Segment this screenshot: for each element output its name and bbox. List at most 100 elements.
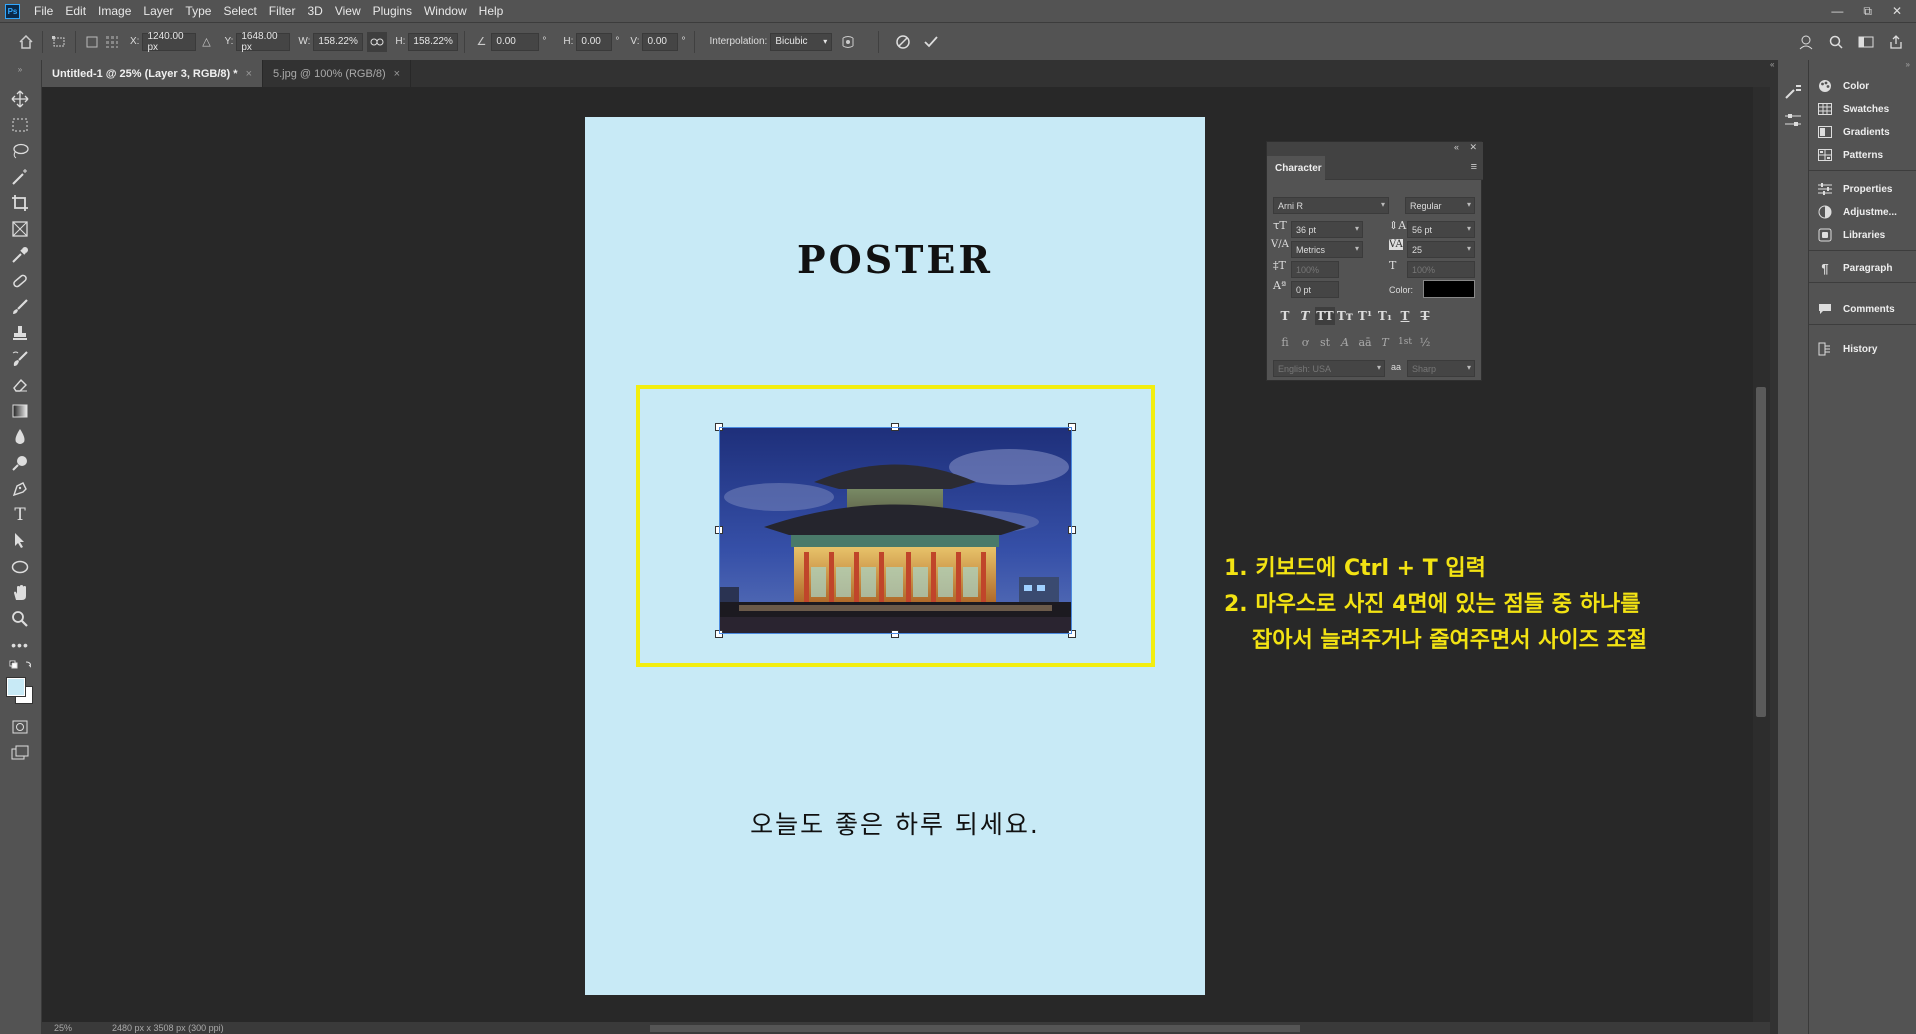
tab-untitled-1[interactable]: Untitled-1 @ 25% (Layer 3, RGB/8) * × (42, 60, 263, 87)
adjust-settings-icon[interactable] (1784, 112, 1802, 133)
width-field[interactable]: 158.22% (313, 32, 364, 51)
reference-point-grid-icon[interactable] (102, 32, 122, 52)
x-position-field[interactable]: 1240.00 px (142, 31, 197, 53)
reference-point-checkbox[interactable] (82, 32, 102, 52)
text-color-swatch[interactable] (1423, 280, 1475, 298)
share-icon[interactable] (1886, 32, 1906, 52)
learn-icon[interactable] (1796, 32, 1816, 52)
menu-view[interactable]: View (329, 0, 367, 22)
collapse-toolbar-icon[interactable]: » (9, 64, 31, 74)
strikethrough-button[interactable]: T (1415, 307, 1435, 325)
menu-3d[interactable]: 3D (301, 0, 328, 22)
vertical-scale-field[interactable]: 100% (1291, 261, 1339, 278)
stylistic-alternates-button[interactable]: aā (1355, 334, 1375, 350)
vertical-scroll-thumb[interactable] (1756, 387, 1766, 717)
vertical-skew-field[interactable]: 0.00 (642, 32, 679, 51)
fractions-button[interactable]: ½ (1415, 334, 1435, 350)
magic-wand-tool-icon[interactable] (9, 166, 31, 188)
tab-5-jpg[interactable]: 5.jpg @ 100% (RGB/8) × (263, 60, 412, 87)
menu-type[interactable]: Type (179, 0, 217, 22)
default-colors-icon[interactable] (9, 660, 31, 672)
more-tools-icon[interactable]: ••• (9, 634, 31, 656)
type-tool-icon[interactable]: T (9, 504, 31, 526)
zoom-level[interactable]: 25% (54, 1023, 72, 1033)
font-family-select[interactable]: Arni R ▾ (1273, 197, 1389, 214)
collapse-dock-icon[interactable]: « (1770, 60, 1774, 69)
document-info[interactable]: 2480 px x 3508 px (300 ppi) (112, 1023, 224, 1033)
discretionary-ligatures-button[interactable]: st (1315, 334, 1335, 350)
close-panel-icon[interactable]: ✕ (1469, 142, 1477, 153)
menu-filter[interactable]: Filter (263, 0, 302, 22)
collapse-panel-icon[interactable]: « (1454, 142, 1459, 152)
healing-brush-tool-icon[interactable] (9, 270, 31, 292)
tab-character[interactable]: Character (1267, 156, 1325, 180)
menu-layer[interactable]: Layer (137, 0, 179, 22)
restore-button[interactable]: ⧉ (1863, 4, 1872, 19)
font-style-select[interactable]: Regular ▾ (1405, 197, 1475, 214)
superscript-button[interactable]: T¹ (1355, 307, 1375, 325)
dock-item-patterns[interactable]: Patterns (1817, 144, 1912, 166)
expand-dock-icon[interactable]: » (1906, 60, 1910, 69)
language-select[interactable]: English: USA ▾ (1273, 360, 1385, 377)
horizontal-scale-field[interactable]: 100% (1407, 261, 1475, 278)
lasso-tool-icon[interactable] (9, 140, 31, 162)
dock-item-swatches[interactable]: Swatches (1817, 98, 1912, 120)
foreground-color-swatch[interactable] (6, 677, 26, 697)
menu-image[interactable]: Image (92, 0, 137, 22)
history-brush-tool-icon[interactable] (9, 348, 31, 370)
dock-item-history[interactable]: History (1817, 338, 1912, 360)
brush-settings-icon[interactable] (1784, 84, 1802, 105)
tracking-field[interactable]: 25 ▾ (1407, 241, 1475, 258)
dock-item-adjustments[interactable]: Adjustme... (1817, 201, 1912, 223)
old-style-button[interactable]: ơ (1295, 334, 1315, 350)
quick-mask-icon[interactable] (9, 716, 31, 738)
height-field[interactable]: 158.22% (408, 32, 459, 51)
home-icon[interactable] (16, 32, 36, 52)
frame-tool-icon[interactable] (9, 218, 31, 240)
faux-bold-button[interactable]: T (1275, 307, 1295, 325)
ellipse-tool-icon[interactable] (9, 556, 31, 578)
horizontal-scroll-thumb[interactable] (650, 1025, 1300, 1032)
leading-field[interactable]: 56 pt ▾ (1407, 221, 1475, 238)
ordinals-button[interactable]: 1st (1395, 334, 1415, 350)
panel-menu-icon[interactable]: ≡ (1471, 161, 1477, 173)
commit-check-icon[interactable] (921, 32, 941, 52)
baseline-shift-field[interactable]: 0 pt (1291, 281, 1339, 298)
path-selection-tool-icon[interactable] (9, 530, 31, 552)
color-swatches[interactable] (5, 676, 35, 706)
zoom-tool-icon[interactable] (9, 608, 31, 630)
kerning-select[interactable]: Metrics ▾ (1291, 241, 1363, 258)
small-caps-button[interactable]: Tт (1335, 307, 1355, 325)
eraser-tool-icon[interactable] (9, 374, 31, 396)
minimize-button[interactable]: — (1831, 4, 1843, 19)
menu-select[interactable]: Select (217, 0, 262, 22)
dock-item-gradients[interactable]: Gradients (1817, 121, 1912, 143)
close-window-button[interactable]: ✕ (1892, 4, 1902, 19)
blur-tool-icon[interactable] (9, 426, 31, 448)
warp-mode-icon[interactable] (838, 32, 858, 52)
subscript-button[interactable]: T₁ (1375, 307, 1395, 325)
brush-tool-icon[interactable] (9, 296, 31, 318)
transform-tool-icon[interactable] (49, 32, 69, 52)
cancel-icon[interactable] (893, 32, 913, 52)
horizontal-skew-field[interactable]: 0.00 (576, 32, 613, 51)
menu-edit[interactable]: Edit (59, 0, 92, 22)
dock-item-paragraph[interactable]: ¶ Paragraph (1817, 257, 1912, 279)
swash-button[interactable]: A (1335, 334, 1355, 350)
eyedropper-tool-icon[interactable] (9, 244, 31, 266)
titling-alternates-button[interactable]: T (1375, 334, 1395, 350)
menu-window[interactable]: Window (418, 0, 473, 22)
menu-file[interactable]: File (28, 0, 59, 22)
gradient-tool-icon[interactable] (9, 400, 31, 422)
pen-tool-icon[interactable] (9, 478, 31, 500)
marquee-tool-icon[interactable] (9, 114, 31, 136)
crop-tool-icon[interactable] (9, 192, 31, 214)
faux-italic-button[interactable]: T (1295, 307, 1315, 325)
vertical-scrollbar[interactable] (1753, 87, 1770, 1022)
interpolation-select[interactable]: Bicubic ▾ (770, 32, 833, 51)
dock-item-libraries[interactable]: Libraries (1817, 224, 1912, 246)
hand-tool-icon[interactable] (9, 582, 31, 604)
poster-canvas[interactable]: POSTER 오늘도 좋은 하루 되세요. (585, 117, 1205, 995)
menu-help[interactable]: Help (473, 0, 510, 22)
tab-close-icon[interactable]: × (246, 68, 252, 80)
